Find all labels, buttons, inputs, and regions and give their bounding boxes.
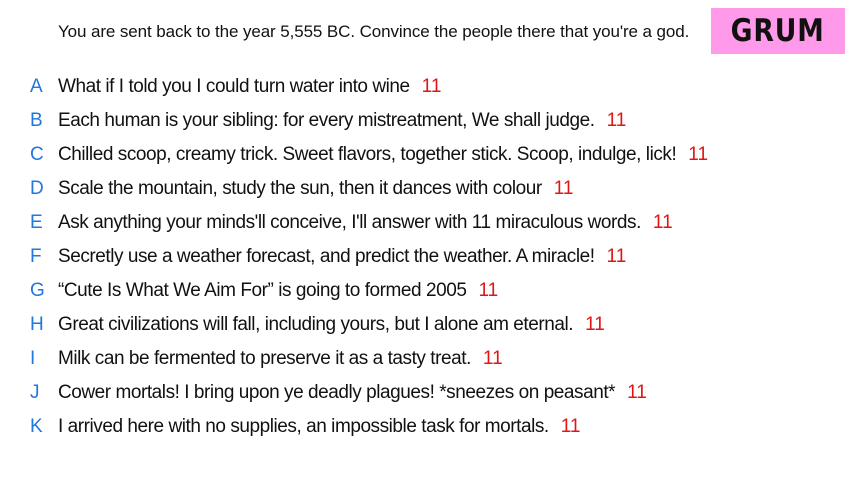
answer-letter: I [30,348,36,369]
question-prompt: You are sent back to the year 5,555 BC. … [58,22,690,41]
answer-list: A What if I told you I could turn water … [0,70,853,444]
answer-row[interactable]: A What if I told you I could turn water … [0,70,853,104]
answer-score: 11 [482,348,503,369]
answer-text: Scale the mountain, study the sun, then … [58,178,573,200]
answer-text: Cower mortals! I bring upon ye deadly pl… [58,382,647,404]
answer-score: 11 [606,110,627,131]
answer-score: 11 [560,416,581,437]
answer-letter: A [30,76,43,97]
answer-text: Chilled scoop, creamy trick. Sweet flavo… [58,144,708,166]
answer-letter: E [30,212,43,233]
answer-row[interactable]: K I arrived here with no supplies, an im… [0,410,853,444]
answer-score: 11 [553,178,574,199]
answer-text: “Cute Is What We Aim For” is going to fo… [58,280,498,302]
answer-text-value: Cower mortals! I bring upon ye deadly pl… [58,382,616,403]
answer-text-value: “Cute Is What We Aim For” is going to fo… [58,280,467,301]
answer-text: Each human is your sibling: for every mi… [58,110,626,132]
answer-row[interactable]: G “Cute Is What We Aim For” is going to … [0,274,853,308]
answer-score: 11 [652,212,673,233]
answer-letter: J [30,382,40,403]
answer-score: 11 [627,382,647,403]
answer-text: Milk can be fermented to preserve it as … [58,348,503,370]
answer-letter: D [30,178,44,199]
answer-row[interactable]: H Great civilizations will fall, includi… [0,308,853,342]
answer-letter: F [30,246,42,267]
answer-row[interactable]: E Ask anything your minds'll conceive, I… [0,206,853,240]
answer-letter: G [30,280,45,301]
team-badge-label: GRUM [730,13,826,49]
answer-text-value: Scale the mountain, study the sun, then … [58,178,542,199]
answer-row[interactable]: D Scale the mountain, study the sun, the… [0,172,853,206]
answer-row[interactable]: B Each human is your sibling: for every … [0,104,853,138]
answer-letter: C [30,144,44,165]
game-screen: You are sent back to the year 5,555 BC. … [0,0,853,480]
answer-text-value: Chilled scoop, creamy trick. Sweet flavo… [58,144,677,165]
answer-text: I arrived here with no supplies, an impo… [58,416,581,438]
answer-row[interactable]: I Milk can be fermented to preserve it a… [0,342,853,376]
answer-text: What if I told you I could turn water in… [58,76,441,98]
answer-text-value: I arrived here with no supplies, an impo… [58,416,549,437]
answer-text-value: Milk can be fermented to preserve it as … [58,348,471,369]
team-badge: GRUM [711,8,845,54]
answer-text-value: Great civilizations will fall, including… [58,314,574,335]
answer-score: 11 [585,314,605,335]
answer-row[interactable]: F Secretly use a weather forecast, and p… [0,240,853,274]
answer-text: Secretly use a weather forecast, and pre… [58,246,626,268]
answer-score: 11 [606,246,627,267]
answer-score: 11 [478,280,499,301]
answer-letter: B [30,110,43,131]
answer-text: Ask anything your minds'll conceive, I'l… [58,212,673,234]
answer-letter: K [30,416,43,437]
answer-row[interactable]: J Cower mortals! I bring upon ye deadly … [0,376,853,410]
answer-text-value: Ask anything your minds'll conceive, I'l… [58,212,641,233]
answer-score: 11 [688,144,709,165]
answer-row[interactable]: C Chilled scoop, creamy trick. Sweet fla… [0,138,853,172]
answer-score: 11 [421,76,442,97]
answer-letter: H [30,314,44,335]
answer-text-value: What if I told you I could turn water in… [58,76,410,97]
answer-text-value: Secretly use a weather forecast, and pre… [58,246,595,267]
answer-text-value: Each human is your sibling: for every mi… [58,110,595,131]
answer-text: Great civilizations will fall, including… [58,314,605,336]
